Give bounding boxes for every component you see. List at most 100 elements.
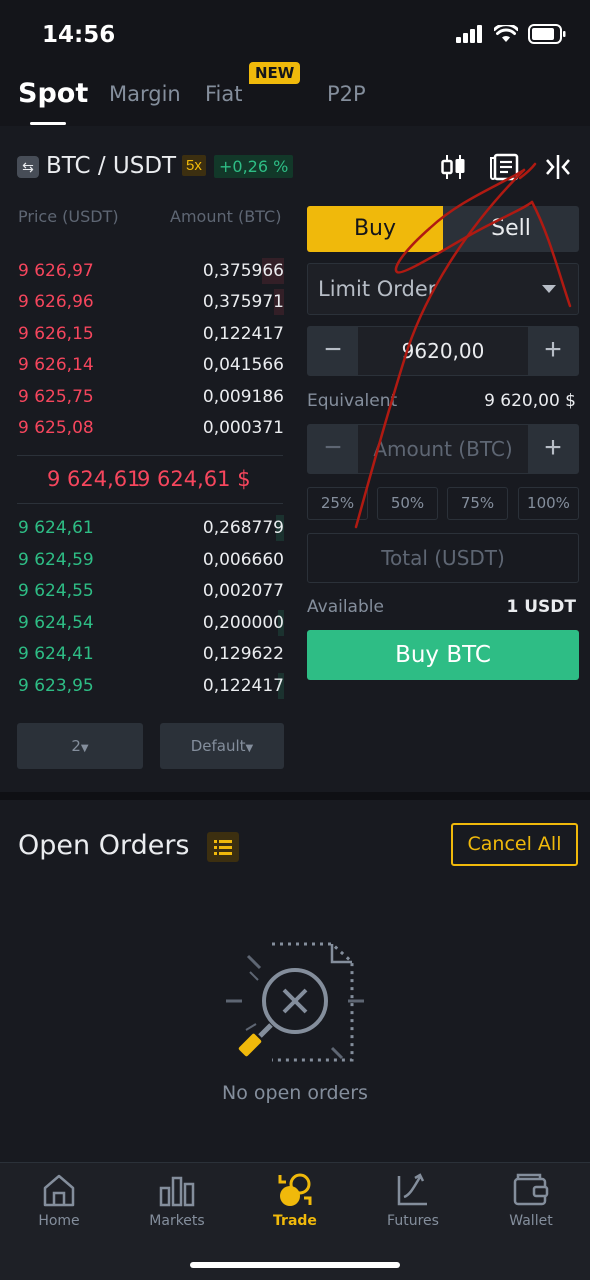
price-decrease-button[interactable]: −	[308, 327, 358, 375]
amount-input[interactable]: Amount (BTC)	[360, 437, 526, 461]
new-badge: NEW	[249, 62, 301, 84]
active-tab-indicator	[30, 122, 66, 125]
markets-icon	[159, 1176, 195, 1207]
pair-name[interactable]: BTC / USDT	[46, 153, 176, 179]
tab-p2p[interactable]: P2P	[327, 82, 366, 106]
futures-icon	[397, 1173, 427, 1206]
price-change-badge: +0,26 %	[214, 155, 294, 178]
ask-row[interactable]: 9 626,97 0,375966	[0, 256, 290, 286]
orderbook-divider	[17, 455, 283, 456]
chevron-down-icon: ▼	[245, 743, 254, 754]
nav-item-wallet[interactable]: Wallet	[472, 1171, 590, 1229]
bid-price: 9 624,41	[18, 644, 94, 664]
order-type-value: Limit Order	[318, 277, 437, 301]
candlestick-chart-icon[interactable]	[438, 152, 468, 182]
caret-down-icon	[542, 285, 556, 293]
chevron-down-icon: ▼	[80, 743, 89, 754]
bid-amount: 0,268779	[202, 518, 284, 538]
wallet-icon	[513, 1173, 549, 1206]
cancel-all-button[interactable]: Cancel All	[451, 823, 578, 866]
equivalent-value: 9 620,00 $	[484, 391, 576, 411]
ask-price: 9 626,14	[18, 355, 94, 375]
amount-stepper: − Amount (BTC) +	[307, 424, 579, 474]
ask-amount: 0,122417	[202, 324, 284, 344]
bid-row[interactable]: 9 623,95 0,122417	[0, 671, 290, 701]
bid-price: 9 624,59	[18, 550, 94, 570]
trade-icon	[278, 1173, 312, 1206]
home-indicator	[190, 1262, 400, 1268]
ask-price: 9 626,96	[18, 292, 94, 312]
split-view-icon[interactable]	[543, 152, 573, 182]
bid-amount: 0,122417	[202, 676, 284, 696]
ask-price: 9 625,75	[18, 387, 94, 407]
percent-50-button[interactable]: 50%	[377, 487, 438, 520]
leverage-badge: 5x	[182, 155, 206, 176]
nav-item-futures[interactable]: Futures	[354, 1171, 472, 1229]
swap-pair-icon[interactable]: ⇆	[17, 156, 39, 178]
orders-document-icon[interactable]	[490, 152, 520, 182]
bid-row[interactable]: 9 624,41 0,129622	[0, 639, 290, 669]
nav-item-home[interactable]: Home	[0, 1171, 118, 1229]
tab-fiat[interactable]: Fiat	[205, 82, 243, 106]
tab-margin[interactable]: Margin	[109, 82, 181, 106]
precision-value: 2	[71, 737, 81, 755]
amount-increase-button[interactable]: +	[528, 425, 578, 473]
ask-row[interactable]: 9 626,96 0,375971	[0, 287, 290, 317]
percent-100-button[interactable]: 100%	[518, 487, 579, 520]
total-input[interactable]: Total (USDT)	[307, 533, 579, 583]
tab-spot[interactable]: Spot	[18, 78, 88, 109]
buy-sell-toggle: Buy Sell	[307, 206, 579, 252]
signal-icon	[456, 25, 482, 43]
empty-state-text: No open orders	[222, 1082, 368, 1104]
view-value: Default	[190, 737, 246, 755]
bid-price: 9 624,61	[18, 518, 94, 538]
bid-amount: 0,002077	[202, 581, 284, 601]
nav-label: Wallet	[509, 1213, 553, 1229]
ask-row[interactable]: 9 625,75 0,009186	[0, 382, 290, 412]
ask-row[interactable]: 9 626,14 0,041566	[0, 350, 290, 380]
bid-row[interactable]: 9 624,55 0,002077	[0, 576, 290, 606]
orderbook-view-dropdown[interactable]: Default▼	[160, 723, 284, 769]
list-icon[interactable]	[207, 832, 239, 862]
nav-label: Trade	[273, 1213, 317, 1229]
orderbook-amount-header: Amount (BTC)	[170, 207, 282, 226]
status-time: 14:56	[42, 22, 116, 48]
available-label: Available	[307, 597, 384, 617]
bid-amount: 0,200000	[202, 613, 284, 633]
home-icon	[43, 1174, 75, 1207]
open-orders-title: Open Orders	[18, 830, 190, 861]
nav-item-markets[interactable]: Markets	[118, 1171, 236, 1229]
nav-label: Futures	[387, 1213, 439, 1229]
bid-row[interactable]: 9 624,61 0,268779	[0, 513, 290, 543]
last-price-fiat: 9 624,61 $	[137, 467, 251, 491]
bid-row[interactable]: 9 624,54 0,200000	[0, 608, 290, 638]
bid-price: 9 624,55	[18, 581, 94, 601]
bid-amount: 0,129622	[202, 644, 284, 664]
wifi-icon	[494, 25, 518, 42]
bid-price: 9 624,54	[18, 613, 94, 633]
nav-item-trade[interactable]: Trade	[236, 1171, 354, 1229]
pair-bar: ⇆ BTC / USDT 5x +0,26 %	[0, 140, 590, 192]
ask-amount: 0,009186	[202, 387, 284, 407]
precision-dropdown[interactable]: 2▼	[17, 723, 143, 769]
ask-amount: 0,000371	[202, 418, 284, 438]
bid-row[interactable]: 9 624,59 0,006660	[0, 545, 290, 575]
ask-row[interactable]: 9 625,08 0,000371	[0, 413, 290, 443]
sell-tab[interactable]: Sell	[443, 206, 579, 252]
orderbook-divider	[17, 503, 283, 504]
percent-75-button[interactable]: 75%	[447, 487, 508, 520]
ask-row[interactable]: 9 626,15 0,122417	[0, 319, 290, 349]
ask-amount: 0,375971	[202, 292, 284, 312]
price-input[interactable]: 9620,00	[360, 339, 526, 363]
percent-25-button[interactable]: 25%	[307, 487, 368, 520]
price-increase-button[interactable]: +	[528, 327, 578, 375]
status-bar: 14:56	[0, 0, 590, 70]
order-type-select[interactable]: Limit Order	[307, 263, 579, 315]
buy-tab[interactable]: Buy	[307, 206, 443, 252]
last-price[interactable]: 9 624,61	[47, 467, 141, 491]
amount-decrease-button[interactable]: −	[308, 425, 358, 473]
available-value: 1 USDT	[506, 597, 576, 617]
price-stepper: − 9620,00 +	[307, 326, 579, 376]
orderbook-price-header: Price (USDT)	[18, 207, 119, 226]
buy-btc-button[interactable]: Buy BTC	[307, 630, 579, 680]
